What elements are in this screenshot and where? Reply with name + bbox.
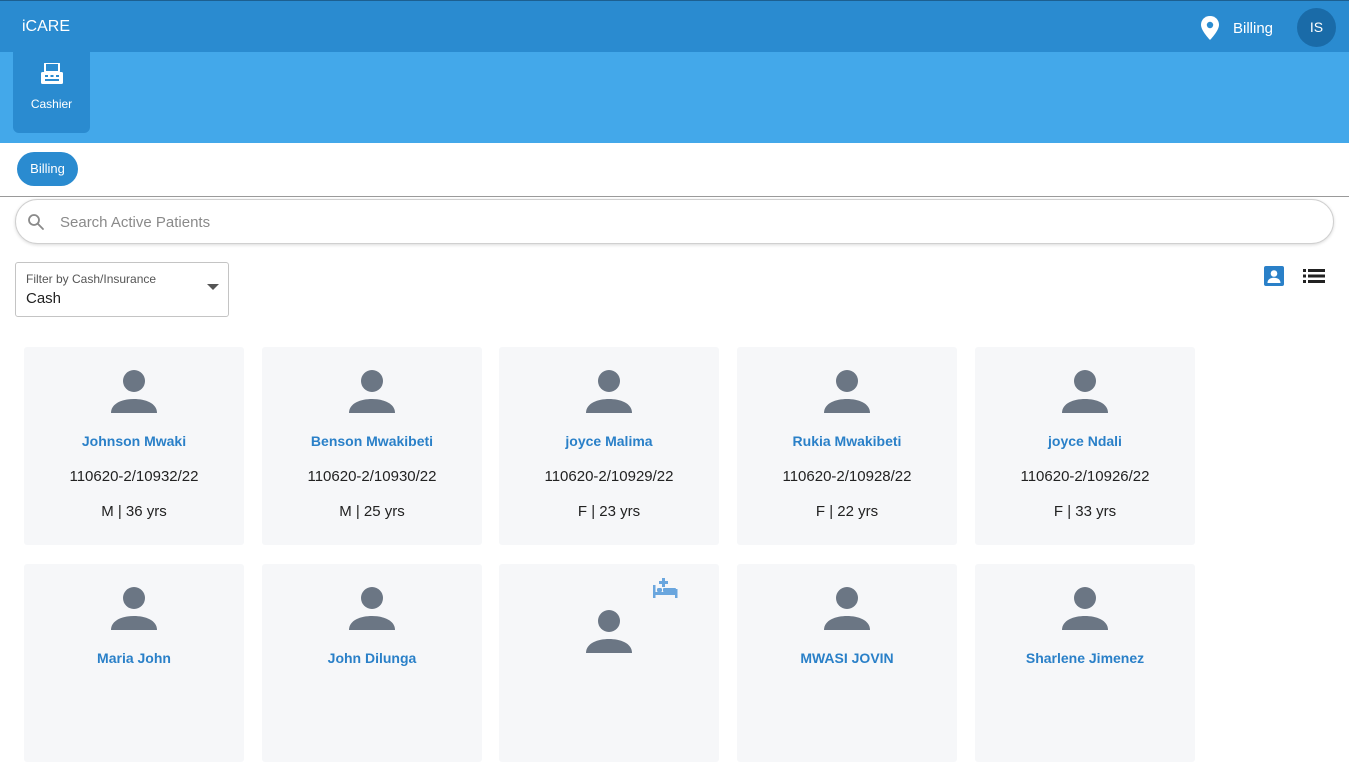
person-icon [349, 587, 395, 630]
user-avatar[interactable]: IS [1297, 8, 1336, 47]
account-box-icon[interactable] [1264, 266, 1284, 286]
location-label[interactable]: Billing [1233, 20, 1273, 37]
patient-name[interactable]: joyce Malima [499, 433, 719, 449]
list-icon[interactable] [1303, 268, 1325, 284]
patient-name[interactable]: joyce Ndali [975, 433, 1195, 449]
hospital-bed-icon [653, 578, 678, 598]
location-pin-icon[interactable] [1200, 16, 1220, 40]
patient-card[interactable]: joyce Malima 110620-2/10929/22 F | 23 yr… [499, 347, 719, 545]
person-icon [824, 370, 870, 413]
person-icon [349, 370, 395, 413]
patient-id: 110620-2/10929/22 [544, 468, 674, 485]
apps-bar [0, 52, 1349, 143]
person-icon [111, 370, 157, 413]
patient-card[interactable]: MWASI JOVIN [737, 564, 957, 762]
patient-card[interactable]: joyce Ndali 110620-2/10926/22 F | 33 yrs [975, 347, 1195, 545]
filter-label: Filter by Cash/Insurance [26, 272, 157, 286]
patient-demographics: M | 25 yrs [339, 503, 405, 520]
patient-name[interactable]: John Dilunga [262, 650, 482, 666]
patient-card[interactable]: Rukia Mwakibeti 110620-2/10928/22 F | 22… [737, 347, 957, 545]
patient-name[interactable]: Benson Mwakibeti [262, 433, 482, 449]
patient-card[interactable]: John Dilunga [262, 564, 482, 762]
patient-demographics: F | 33 yrs [1053, 503, 1117, 520]
patient-id: 110620-2/10932/22 [69, 468, 199, 485]
tab-billing[interactable]: Billing [17, 152, 78, 186]
tab-row: Billing [0, 143, 1349, 197]
search-bar[interactable] [15, 199, 1334, 244]
person-icon [111, 587, 157, 630]
patient-name[interactable]: MWASI JOVIN [737, 650, 957, 666]
filter-value: Cash [26, 290, 62, 307]
patient-card[interactable] [499, 564, 719, 762]
filter-select[interactable]: Filter by Cash/Insurance Cash [15, 262, 229, 317]
person-icon [1062, 370, 1108, 413]
patient-demographics: F | 22 yrs [815, 503, 879, 520]
search-icon [28, 214, 44, 230]
patient-id: 110620-2/10930/22 [307, 468, 437, 485]
patient-id: 110620-2/10928/22 [782, 468, 912, 485]
patient-name[interactable]: Sharlene Jimenez [975, 650, 1195, 666]
app-tile-cashier[interactable]: Cashier [13, 52, 90, 133]
patient-demographics: M | 36 yrs [101, 503, 167, 520]
chevron-down-icon [207, 284, 219, 290]
patient-name[interactable]: Johnson Mwaki [24, 433, 244, 449]
patient-card[interactable]: Sharlene Jimenez [975, 564, 1195, 762]
patient-id: 110620-2/10926/22 [1020, 468, 1150, 485]
person-icon [824, 587, 870, 630]
patient-demographics: F | 23 yrs [577, 503, 641, 520]
patient-name[interactable]: Maria John [24, 650, 244, 666]
patient-card[interactable]: Maria John [24, 564, 244, 762]
top-bar: iCARE Billing IS [0, 0, 1349, 52]
person-icon [586, 610, 632, 653]
cashier-register-icon [41, 63, 63, 84]
patient-card[interactable]: Johnson Mwaki 110620-2/10932/22 M | 36 y… [24, 347, 244, 545]
person-icon [1062, 587, 1108, 630]
person-icon [586, 370, 632, 413]
app-title[interactable]: iCARE [22, 18, 70, 36]
search-input[interactable] [60, 210, 1310, 234]
patient-card[interactable]: Benson Mwakibeti 110620-2/10930/22 M | 2… [262, 347, 482, 545]
patient-name[interactable]: Rukia Mwakibeti [737, 433, 957, 449]
app-tile-label: Cashier [30, 97, 73, 111]
